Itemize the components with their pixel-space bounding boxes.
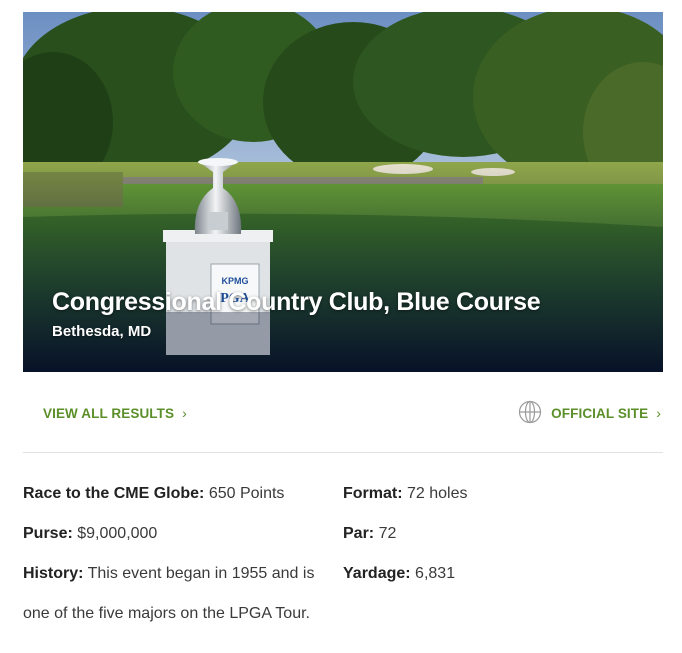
par-label: Par: (343, 525, 375, 542)
par-value: 72 (378, 525, 397, 542)
course-location: Bethesda, MD (52, 323, 152, 340)
format: Format: 72 holes (343, 485, 468, 503)
purse-value: $9,000,000 (77, 525, 158, 542)
section-divider (23, 452, 663, 453)
format-label: Format: (343, 485, 403, 502)
history: History: This event began in 1955 and is (23, 565, 314, 583)
race-value: 650 Points (208, 485, 285, 502)
format-value: 72 holes (407, 485, 468, 502)
yardage-label: Yardage: (343, 565, 411, 582)
chevron-right-icon: › (656, 405, 661, 421)
history-continued: one of the five majors on the LPGA Tour. (23, 605, 310, 623)
purse: Purse: $9,000,000 (23, 525, 157, 543)
globe-icon[interactable] (518, 400, 542, 424)
yardage: Yardage: 6,831 (343, 565, 455, 583)
yardage-value: 6,831 (415, 565, 456, 582)
history-value-line2: one of the five majors on the LPGA Tour. (23, 605, 310, 622)
view-all-results-label: VIEW ALL RESULTS (43, 405, 175, 421)
purse-label: Purse: (23, 525, 73, 542)
official-site-label: OFFICIAL SITE (551, 405, 649, 421)
course-title: Congressional Country Club, Blue Course (52, 288, 541, 316)
action-bar: VIEW ALL RESULTS › OFFICIAL SITE › (23, 395, 663, 431)
chevron-right-icon: › (182, 405, 187, 421)
history-label: History: (23, 565, 84, 582)
course-hero-image: KPMG PGA Congressional Country Club, Blu… (23, 12, 663, 372)
official-site-link[interactable]: OFFICIAL SITE › (551, 405, 661, 421)
view-all-results-link[interactable]: VIEW ALL RESULTS › (43, 405, 187, 421)
svg-text:KPMG: KPMG (222, 276, 249, 286)
race-to-cme-globe: Race to the CME Globe: 650 Points (23, 485, 284, 503)
par: Par: 72 (343, 525, 396, 543)
history-value-line1: This event began in 1955 and is (87, 565, 315, 582)
race-label: Race to the CME Globe: (23, 485, 205, 502)
